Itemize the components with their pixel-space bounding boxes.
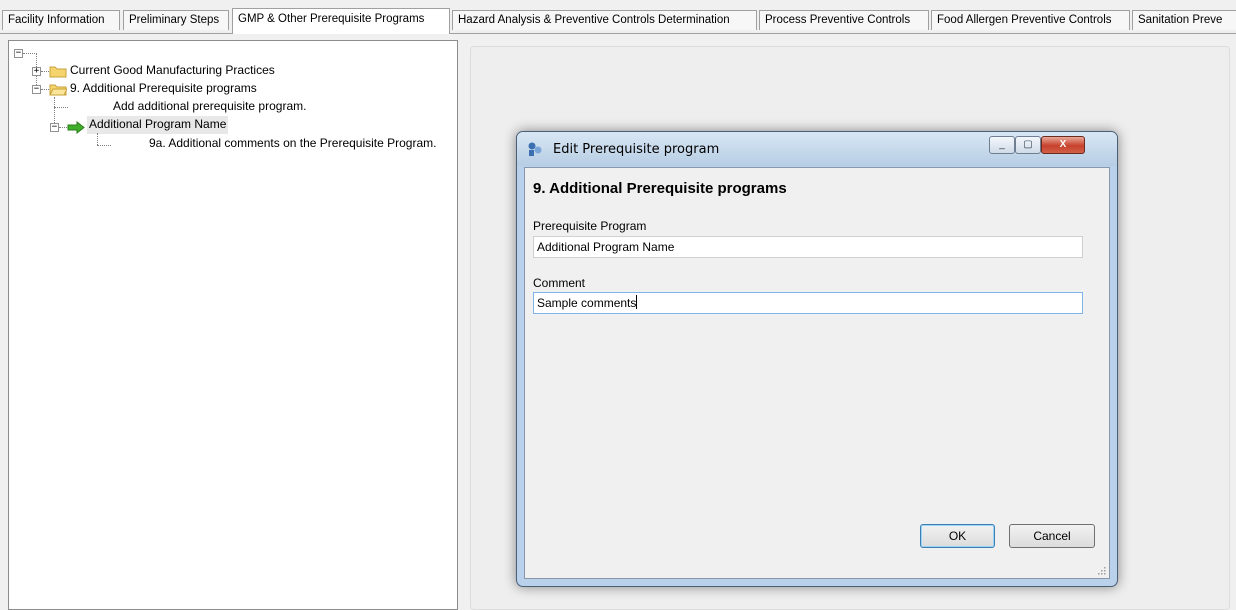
tab-hazard-analysis[interactable]: Hazard Analysis & Preventive Controls De… [452, 10, 757, 30]
collapse-icon[interactable]: − [32, 85, 41, 94]
tab-facility-information[interactable]: Facility Information [2, 10, 120, 30]
tree-item-additional-comments[interactable]: 9a. Additional comments on the Prerequis… [149, 135, 436, 153]
maximize-button[interactable]: ▢ [1015, 136, 1041, 154]
tab-gmp-prerequisite-programs[interactable]: GMP & Other Prerequisite Programs [232, 8, 450, 34]
tree-connector [97, 133, 98, 145]
green-arrow-icon [67, 121, 85, 134]
folder-open-icon [49, 84, 67, 96]
edit-prerequisite-dialog: Edit Prerequisite program _ ▢ X 9. Addit… [516, 131, 1118, 587]
comment-label: Comment [533, 276, 586, 290]
tab-process-preventive-controls[interactable]: Process Preventive Controls [759, 10, 929, 30]
dialog-client-area: 9. Additional Prerequisite programs Prer… [524, 167, 1110, 579]
tab-sanitation-preventive-controls[interactable]: Sanitation Preve [1132, 10, 1236, 30]
prerequisite-program-input[interactable]: Additional Program Name [533, 236, 1083, 258]
tab-food-allergen-preventive-controls[interactable]: Food Allergen Preventive Controls [931, 10, 1130, 30]
cancel-button[interactable]: Cancel [1009, 524, 1095, 548]
tree-item-additional-program-name[interactable]: Additional Program Name [87, 116, 229, 134]
tree-connector [59, 127, 67, 128]
collapse-icon[interactable]: − [14, 49, 23, 58]
expand-icon[interactable]: + [32, 67, 41, 76]
tab-strip: Facility Information Preliminary Steps G… [0, 0, 1236, 34]
tab-strip-border [0, 33, 1236, 34]
tree-item-add-additional-program[interactable]: Add additional prerequisite program. [113, 98, 306, 116]
dialog-heading: 9. Additional Prerequisite programs [533, 180, 787, 197]
text-caret [636, 295, 638, 309]
folder-icon [49, 66, 67, 78]
comment-input[interactable]: Sample comments [533, 292, 1083, 314]
minimize-button[interactable]: _ [989, 136, 1015, 154]
tree-connector [23, 53, 37, 54]
tree-connector [41, 89, 49, 90]
dialog-title: Edit Prerequisite program [553, 142, 720, 157]
comment-value: Sample comments [537, 296, 637, 310]
collapse-icon[interactable]: − [50, 123, 59, 132]
tree-item-additional-prerequisite-programs[interactable]: 9. Additional Prerequisite programs [70, 80, 257, 98]
ok-button[interactable]: OK [920, 524, 995, 548]
close-button[interactable]: X [1041, 136, 1085, 154]
tab-preliminary-steps[interactable]: Preliminary Steps [123, 10, 229, 30]
resize-grip-icon[interactable] [1096, 565, 1106, 575]
tree-view[interactable]: − + Current Good Manufacturing Practices… [8, 40, 458, 610]
tree-item-current-gmp[interactable]: Current Good Manufacturing Practices [70, 62, 275, 80]
prerequisite-program-value: Additional Program Name [537, 240, 675, 254]
app-icon [528, 142, 542, 156]
prerequisite-program-label: Prerequisite Program [533, 219, 647, 233]
tree-connector [97, 145, 111, 146]
tree-connector [54, 107, 68, 108]
tree-connector [41, 71, 49, 72]
